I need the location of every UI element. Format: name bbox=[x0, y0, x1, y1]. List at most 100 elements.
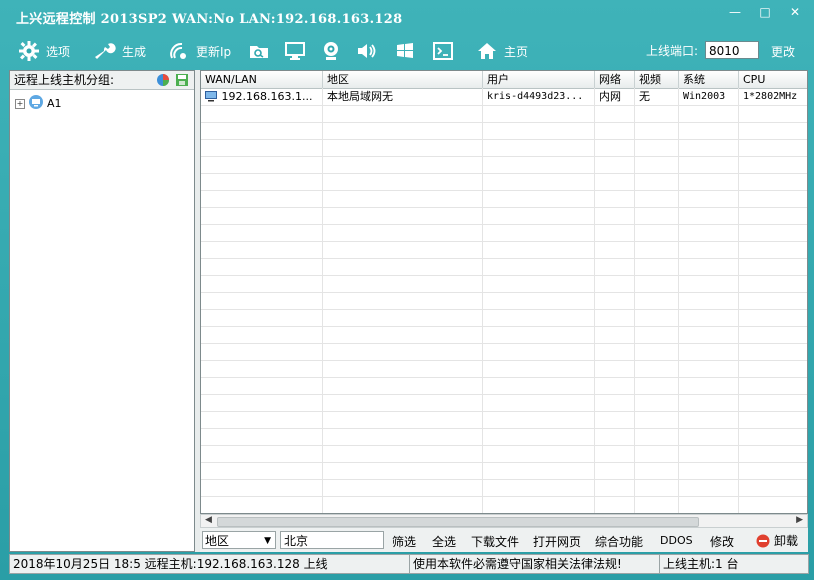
col-system[interactable]: 系统 bbox=[679, 71, 739, 88]
empty-row bbox=[201, 122, 807, 140]
windows-logo-icon bbox=[392, 38, 418, 64]
port-label: 上线端口: bbox=[646, 44, 699, 58]
pie-chart-icon[interactable] bbox=[156, 73, 170, 92]
horizontal-scrollbar[interactable]: ◀ ▶ bbox=[200, 514, 808, 528]
ddos-button[interactable]: DDOS bbox=[660, 534, 693, 547]
empty-row bbox=[201, 428, 807, 446]
cell-wan-lan: 192.168.163.1... bbox=[201, 88, 323, 105]
chevron-down-icon: ▼ bbox=[264, 536, 271, 546]
windows-button[interactable] bbox=[392, 38, 418, 64]
col-wan-lan[interactable]: WAN/LAN bbox=[201, 71, 323, 88]
download-file-button[interactable]: 下载文件 bbox=[471, 533, 519, 550]
main-window: 上兴远程控制 2013SP2 WAN:No LAN:192.168.163.12… bbox=[0, 0, 814, 580]
options-button[interactable]: 选项 bbox=[16, 38, 70, 64]
modify-button[interactable]: 修改 bbox=[710, 533, 734, 550]
empty-row bbox=[201, 309, 807, 327]
scroll-thumb[interactable] bbox=[217, 517, 699, 527]
empty-row bbox=[201, 292, 807, 310]
audio-button[interactable] bbox=[354, 38, 380, 64]
region-select[interactable]: 地区 ▼ bbox=[202, 531, 276, 549]
col-video[interactable]: 视频 bbox=[635, 71, 679, 88]
home-label: 主页 bbox=[504, 44, 529, 59]
save-icon[interactable] bbox=[175, 73, 189, 92]
empty-row bbox=[201, 105, 807, 123]
monitor-icon bbox=[282, 38, 308, 64]
col-network[interactable]: 网络 bbox=[595, 71, 635, 88]
empty-row bbox=[201, 258, 807, 276]
table-header: WAN/LAN 地区 用户 网络 视频 系统 CPU bbox=[201, 71, 807, 89]
file-manager-button[interactable] bbox=[246, 38, 272, 64]
home-icon bbox=[474, 38, 500, 64]
change-port-button[interactable]: 更改 bbox=[771, 43, 795, 60]
close-button[interactable]: ✕ bbox=[784, 4, 806, 20]
host-group-header: 远程上线主机分组: bbox=[14, 73, 115, 87]
stop-icon bbox=[756, 534, 770, 547]
gear-icon bbox=[16, 38, 42, 64]
combo-function-button[interactable]: 综合功能 bbox=[595, 533, 643, 550]
terminal-button[interactable] bbox=[430, 38, 456, 64]
cell-region: 本地局域网无 bbox=[323, 88, 483, 105]
home-button[interactable]: 主页 bbox=[474, 38, 528, 64]
port-input[interactable]: 8010 bbox=[705, 41, 759, 59]
empty-row bbox=[201, 173, 807, 191]
cell-system: Win2003 bbox=[679, 88, 739, 105]
scroll-right-icon[interactable]: ▶ bbox=[796, 515, 803, 525]
tree-expander[interactable]: + bbox=[15, 98, 25, 109]
webcam-button[interactable] bbox=[318, 38, 344, 64]
empty-row bbox=[201, 377, 807, 395]
empty-row bbox=[201, 156, 807, 174]
cell-video: 无 bbox=[635, 88, 679, 105]
host-table: WAN/LAN 地区 用户 网络 视频 系统 CPU 192.168.163.1… bbox=[200, 70, 808, 514]
open-web-button[interactable]: 打开网页 bbox=[533, 533, 581, 550]
cell-user: kris-d4493d23... bbox=[483, 88, 595, 105]
col-cpu[interactable]: CPU bbox=[739, 71, 807, 88]
empty-row bbox=[201, 394, 807, 412]
speaker-icon bbox=[354, 38, 380, 64]
col-region[interactable]: 地区 bbox=[323, 71, 483, 88]
empty-row bbox=[201, 241, 807, 259]
status-notice: 使用本软件必需遵守国家相关法律法规! bbox=[410, 555, 660, 573]
group-computer-icon bbox=[28, 94, 44, 113]
screen-button[interactable] bbox=[282, 38, 308, 64]
uninstall-button[interactable]: 卸载 bbox=[756, 532, 798, 549]
satellite-icon bbox=[166, 38, 192, 64]
empty-row bbox=[201, 224, 807, 242]
options-label: 选项 bbox=[46, 44, 71, 59]
host-group-panel: 远程上线主机分组: + A1 bbox=[9, 70, 195, 552]
empty-row bbox=[201, 496, 807, 513]
host-monitor-icon bbox=[205, 91, 217, 102]
minimize-button[interactable]: — bbox=[724, 4, 746, 20]
empty-row bbox=[201, 275, 807, 293]
update-ip-button[interactable]: 更新Ip bbox=[166, 38, 231, 64]
generate-label: 生成 bbox=[122, 44, 147, 59]
empty-row bbox=[201, 207, 807, 225]
empty-row bbox=[201, 479, 807, 497]
maximize-button[interactable]: □ bbox=[754, 4, 776, 20]
status-time-host: 2018年10月25日 18:5 远程主机:192.168.163.128 上线 bbox=[10, 555, 410, 573]
city-input[interactable]: 北京 bbox=[280, 531, 384, 549]
group-name: A1 bbox=[47, 97, 62, 110]
terminal-icon bbox=[430, 38, 456, 64]
empty-row bbox=[201, 139, 807, 157]
action-bar: 地区 ▼ 北京 筛选 全选 下载文件 打开网页 综合功能 DDOS 修改 卸载 bbox=[200, 528, 808, 552]
webcam-icon bbox=[318, 38, 344, 64]
empty-row bbox=[201, 326, 807, 344]
generate-button[interactable]: 生成 bbox=[92, 38, 146, 64]
filter-button[interactable]: 筛选 bbox=[392, 533, 416, 550]
window-title: 上兴远程控制 2013SP2 WAN:No LAN:192.168.163.12… bbox=[16, 12, 403, 27]
select-all-button[interactable]: 全选 bbox=[432, 533, 456, 550]
update-ip-label: 更新Ip bbox=[196, 44, 232, 59]
empty-row bbox=[201, 445, 807, 463]
scroll-left-icon[interactable]: ◀ bbox=[205, 515, 212, 525]
table-row[interactable]: 192.168.163.1... 本地局域网无 kris-d4493d23...… bbox=[201, 88, 807, 106]
tree-item-a1[interactable]: + A1 bbox=[10, 90, 194, 113]
empty-row bbox=[201, 190, 807, 208]
status-host: 远程主机:192.168.163.128 上线 bbox=[144, 557, 328, 571]
status-time: 2018年10月25日 18:5 bbox=[13, 557, 141, 571]
title-bar[interactable]: 上兴远程控制 2013SP2 WAN:No LAN:192.168.163.12… bbox=[0, 0, 814, 32]
wrench-icon bbox=[92, 38, 118, 64]
cell-cpu: 1*2802MHz bbox=[743, 91, 798, 102]
folder-search-icon bbox=[246, 38, 272, 64]
col-user[interactable]: 用户 bbox=[483, 71, 595, 88]
empty-row bbox=[201, 411, 807, 429]
